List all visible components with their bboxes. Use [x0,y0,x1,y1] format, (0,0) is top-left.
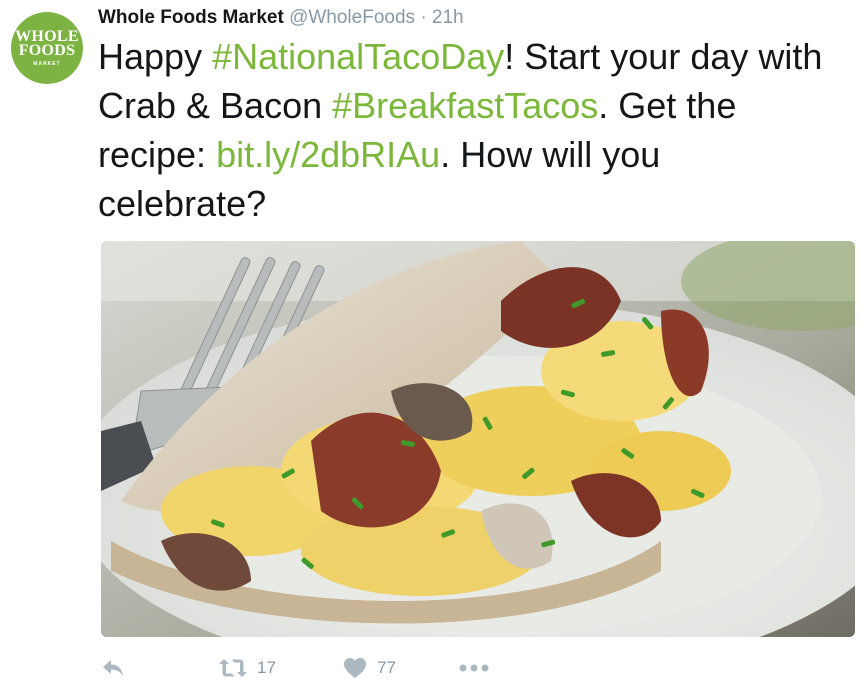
timestamp[interactable]: 21h [432,7,464,28]
tweet-text: Happy #NationalTacoDay! Start your day w… [98,32,838,228]
reply-button[interactable] [101,650,125,686]
hashtag-national-taco-day[interactable]: #NationalTacoDay [212,36,504,77]
tweet-header: Whole Foods Market @WholeFoods · 21h [98,7,464,29]
heart-icon [344,658,366,678]
tweet-actions: 17 77 [101,650,855,686]
retweet-button[interactable]: 17 [219,650,276,686]
taco-photo [101,241,855,637]
tweet-photo[interactable] [101,241,855,637]
like-button[interactable]: 77 [343,650,396,686]
retweet-icon [219,659,247,677]
account-handle[interactable]: @WholeFoods [289,7,415,28]
tweet: WHOLE FOODS MARKET Whole Foods Market @W… [0,0,865,693]
logo-line-3: MARKET [33,60,61,67]
more-button[interactable] [459,650,489,686]
logo-line-2: FOODS [18,41,76,59]
more-icon [459,664,489,672]
retweet-count: 17 [257,658,276,677]
reply-icon [103,660,123,676]
separator: · [420,7,427,28]
hashtag-breakfast-tacos[interactable]: #BreakfastTacos [332,85,598,126]
account-name[interactable]: Whole Foods Market [98,7,284,28]
avatar[interactable]: WHOLE FOODS MARKET [11,12,83,84]
text-segment: Happy [98,36,213,77]
like-count: 77 [377,658,396,677]
recipe-link[interactable]: bit.ly/2dbRIAu [216,134,440,175]
